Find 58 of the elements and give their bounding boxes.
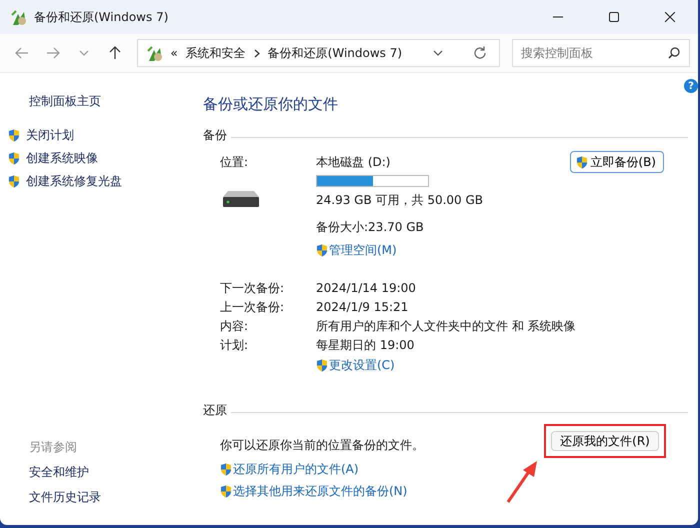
field-value: 每星期日的 19:00 xyxy=(316,338,416,352)
shield-icon xyxy=(8,129,20,142)
chevron-right-icon xyxy=(254,48,260,58)
field-label: 下一次备份: xyxy=(220,281,286,295)
restore-link[interactable]: 选择其他用来还原文件的备份(N) xyxy=(233,483,408,500)
chevron-down-icon[interactable] xyxy=(432,50,443,56)
field-value: 所有用户的库和个人文件夹中的文件 和 系统映像 xyxy=(316,319,577,333)
close-icon xyxy=(665,12,675,22)
sidebar-link[interactable]: 控制面板主页 xyxy=(29,93,190,110)
sidebar-link[interactable]: 关闭计划 xyxy=(8,127,190,144)
breadcrumb[interactable]: 系统和安全 xyxy=(186,44,246,62)
section-heading: 还原 xyxy=(203,402,227,419)
address-bar[interactable]: « 系统和安全 备份和还原(Windows 7) xyxy=(137,39,500,67)
help-button[interactable]: ? xyxy=(684,79,698,93)
search-field[interactable]: 搜索控制面板 xyxy=(512,39,690,67)
sidebar-link[interactable]: 创建系统修复光盘 xyxy=(8,173,190,190)
shield-icon xyxy=(8,175,20,188)
shield-icon xyxy=(576,156,588,168)
shield-icon xyxy=(316,359,328,372)
refresh-icon[interactable] xyxy=(472,46,487,60)
breadcrumb-overflow[interactable]: « xyxy=(170,46,178,60)
search-icon xyxy=(668,47,680,59)
restore-link[interactable]: 还原所有用户的文件(A) xyxy=(233,461,359,478)
section-heading: 另请参阅 xyxy=(29,439,78,456)
sidebar-link[interactable]: 安全和维护 xyxy=(29,464,190,481)
up-arrow-icon xyxy=(108,46,121,60)
maximize-icon xyxy=(609,12,619,22)
manage-space-link[interactable]: 管理空间(M) xyxy=(329,242,397,259)
change-settings-link[interactable]: 更改设置(C) xyxy=(329,357,395,374)
app-icon xyxy=(146,44,162,62)
shield-icon xyxy=(220,463,232,476)
backup-size-text: 备份大小:23.70 GB xyxy=(316,219,425,236)
window-title: 备份和还原(Windows 7) xyxy=(34,8,170,26)
field-label: 内容: xyxy=(220,319,250,333)
field-label: 计划: xyxy=(220,338,250,352)
page-title: 备份或还原你的文件 xyxy=(203,95,339,114)
shield-icon xyxy=(8,152,20,165)
shield-icon xyxy=(220,485,232,498)
section-heading: 备份 xyxy=(203,127,227,144)
field-value: 2024/1/9 15:21 xyxy=(316,300,410,314)
breadcrumb[interactable]: 备份和还原(Windows 7) xyxy=(268,44,402,62)
app-icon xyxy=(10,8,26,26)
forward-arrow-icon xyxy=(46,47,60,59)
shield-icon xyxy=(316,244,328,257)
sidebar-link[interactable]: 文件历史记录 xyxy=(29,489,190,506)
field-value: 2024/1/14 19:00 xyxy=(316,281,417,295)
restore-files-button[interactable]: 还原我的文件(R) xyxy=(551,431,659,451)
hard-drive-icon xyxy=(222,191,260,207)
restore-description: 你可以还原你当前的位置备份的文件。 xyxy=(220,437,425,454)
sidebar-link[interactable]: 创建系统映像 xyxy=(8,150,190,167)
field-label: 位置: xyxy=(220,154,250,171)
field-label: 上一次备份: xyxy=(220,300,286,314)
back-arrow-icon xyxy=(15,47,30,59)
pointer-arrow xyxy=(506,460,540,504)
chevron-down-icon xyxy=(79,50,90,56)
free-space-text: 24.93 GB 可用，共 50.00 GB xyxy=(316,192,484,209)
drive-name: 本地磁盘 (D:) xyxy=(316,154,392,171)
backup-now-button[interactable]: 立即备份(B) xyxy=(570,151,664,173)
